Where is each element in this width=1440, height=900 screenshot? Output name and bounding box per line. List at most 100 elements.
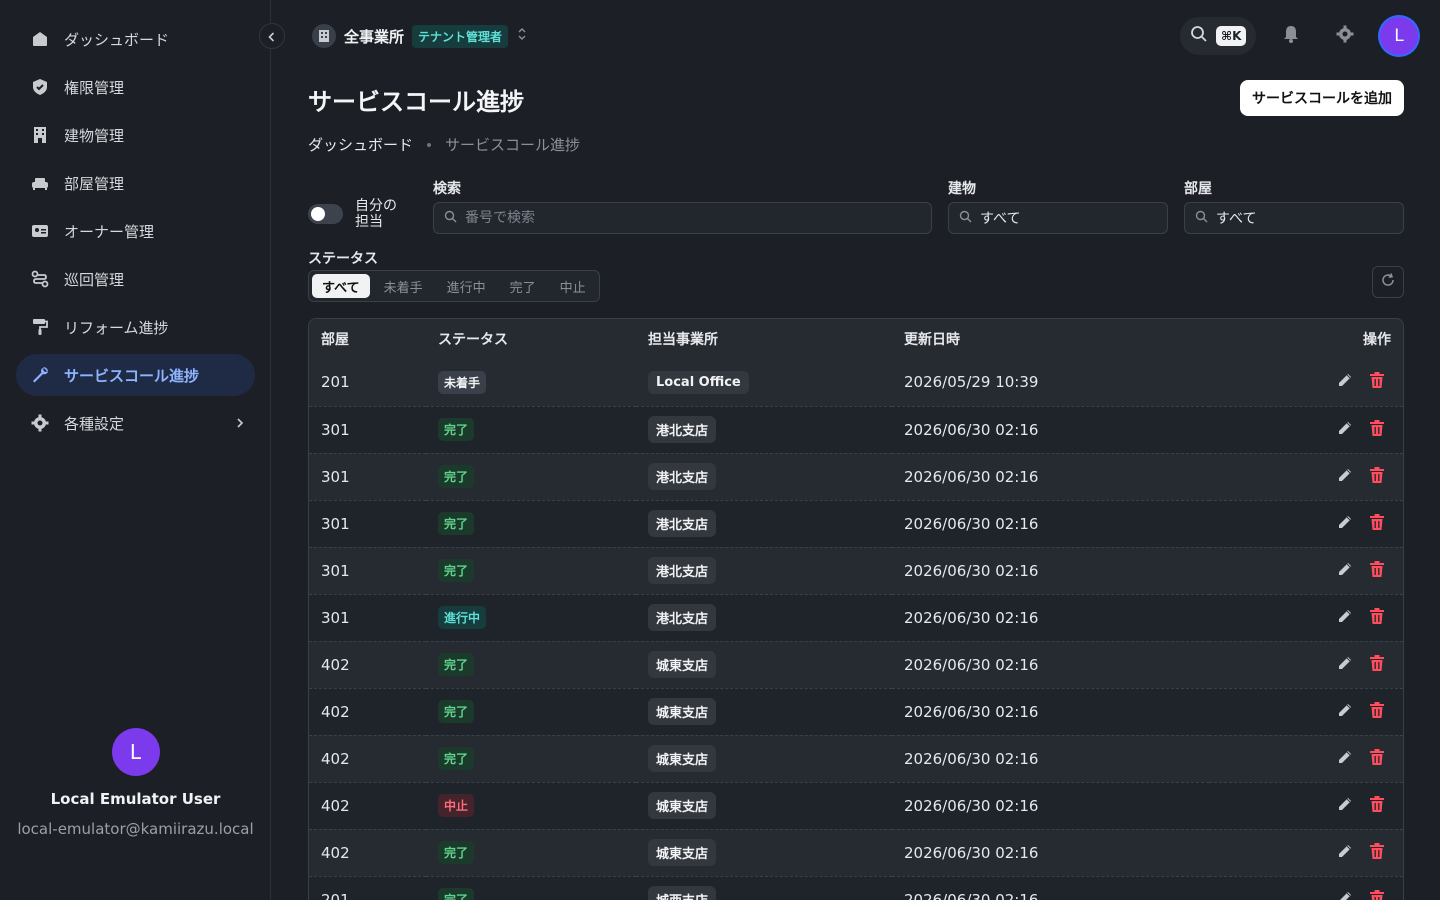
sidebar-item-dashboard[interactable]: ダッシュボード (16, 18, 255, 60)
search-input[interactable] (465, 210, 931, 226)
office-chip: 城東支店 (648, 745, 717, 772)
search-label: 検索 (433, 181, 461, 197)
sidebar-item-patrol[interactable]: 巡回管理 (16, 258, 255, 300)
table-header-row: 部屋 ステータス 担当事業所 更新日時 操作 (309, 319, 1403, 359)
sidebar-item-label: 建物管理 (64, 126, 125, 145)
status-badge: 完了 (438, 888, 475, 900)
route-icon (30, 269, 50, 289)
table-row[interactable]: 402 中止 城東支店 2026/06/30 02:16 (309, 782, 1403, 829)
search-icon (959, 210, 972, 227)
breadcrumb-home-link[interactable]: ダッシュボード (308, 134, 413, 155)
cell-room: 402 (321, 655, 350, 674)
table-row[interactable]: 301 完了 港北支店 2026/06/30 02:16 (309, 453, 1403, 500)
table-row[interactable]: 301 完了 港北支店 2026/06/30 02:16 (309, 500, 1403, 547)
column-header-status[interactable]: ステータス (426, 319, 636, 359)
delete-button[interactable] (1365, 888, 1389, 900)
sidebar-item-reform[interactable]: リフォーム進捗 (16, 306, 255, 348)
status-tab-not-started[interactable]: 未着手 (374, 274, 433, 298)
column-header-room[interactable]: 部屋 (309, 319, 426, 359)
edit-button[interactable] (1333, 700, 1357, 724)
sidebar-item-settings[interactable]: 各種設定 (16, 402, 255, 444)
bell-icon (1281, 24, 1301, 48)
status-badge: 完了 (438, 512, 475, 535)
edit-button[interactable] (1333, 747, 1357, 771)
delete-button[interactable] (1365, 418, 1389, 442)
add-service-call-button[interactable]: サービスコールを追加 (1240, 80, 1404, 116)
edit-button[interactable] (1333, 841, 1357, 865)
table-row[interactable]: 402 完了 城東支店 2026/06/30 02:16 (309, 641, 1403, 688)
mine-toggle[interactable] (308, 204, 343, 224)
sidebar-item-rooms[interactable]: 部屋管理 (16, 162, 255, 204)
edit-button[interactable] (1333, 653, 1357, 677)
sidebar-item-owners[interactable]: オーナー管理 (16, 210, 255, 252)
delete-button[interactable] (1365, 370, 1389, 394)
delete-button[interactable] (1365, 606, 1389, 630)
tenant-switcher[interactable]: 全事業所 テナント管理者 (312, 24, 528, 48)
edit-button[interactable] (1333, 418, 1357, 442)
table-row[interactable]: 201 未着手 Local Office 2026/05/29 10:39 (309, 359, 1403, 406)
sofa-icon (30, 173, 50, 193)
table-row[interactable]: 402 完了 城東支店 2026/06/30 02:16 (309, 829, 1403, 876)
table-row[interactable]: 301 進行中 港北支店 2026/06/30 02:16 (309, 594, 1403, 641)
edit-button[interactable] (1333, 794, 1357, 818)
delete-button[interactable] (1365, 465, 1389, 489)
edit-button[interactable] (1333, 512, 1357, 536)
column-header-updated[interactable]: 更新日時 (892, 319, 1209, 359)
delete-button[interactable] (1365, 841, 1389, 865)
table-row[interactable]: 301 完了 港北支店 2026/06/30 02:16 (309, 547, 1403, 594)
settings-button[interactable] (1326, 17, 1364, 55)
edit-button[interactable] (1333, 370, 1357, 394)
table-row[interactable]: 301 完了 港北支店 2026/06/30 02:16 (309, 406, 1403, 453)
table-row[interactable]: 402 完了 城東支店 2026/06/30 02:16 (309, 735, 1403, 782)
delete-button[interactable] (1365, 653, 1389, 677)
user-profile[interactable]: L Local Emulator User local-emulator@kam… (0, 728, 271, 838)
edit-button[interactable] (1333, 465, 1357, 489)
office-chip: 港北支店 (648, 510, 717, 537)
table-row[interactable]: 402 完了 城東支店 2026/06/30 02:16 (309, 688, 1403, 735)
user-name: Local Emulator User (50, 790, 221, 808)
delete-button[interactable] (1365, 700, 1389, 724)
table-row[interactable]: 201 完了 城西支店 2026/06/30 02:16 (309, 876, 1403, 900)
cell-status: 完了 (426, 735, 636, 782)
sidebar-item-permissions[interactable]: 権限管理 (16, 66, 255, 108)
cell-status: 完了 (426, 406, 636, 453)
sidebar-item-service-calls[interactable]: サービスコール進捗 (16, 354, 255, 396)
office-chip: Local Office (648, 370, 749, 394)
cell-updated: 2026/06/30 02:16 (904, 561, 1039, 580)
edit-button[interactable] (1333, 606, 1357, 630)
column-header-office[interactable]: 担当事業所 (636, 319, 892, 359)
delete-button[interactable] (1365, 747, 1389, 771)
notifications-button[interactable] (1272, 17, 1310, 55)
refresh-icon (1380, 272, 1396, 292)
sidebar: ダッシュボード 権限管理 建物管理 部屋管理 オーナー管理 巡回管理 リフォーム… (0, 0, 271, 900)
pencil-icon (1336, 701, 1354, 723)
global-search-button[interactable]: ⌘K (1180, 17, 1256, 55)
room-select[interactable]: すべて (1184, 202, 1404, 234)
cell-room: 201 (321, 890, 350, 900)
edit-button[interactable] (1333, 888, 1357, 900)
status-tab-in-progress[interactable]: 進行中 (437, 274, 496, 298)
sidebar-collapse-button[interactable] (259, 23, 285, 49)
top-bar: 全事業所 テナント管理者 ⌘K L (272, 0, 1440, 72)
cell-actions (1209, 829, 1404, 876)
sidebar-item-buildings[interactable]: 建物管理 (16, 114, 255, 156)
delete-button[interactable] (1365, 559, 1389, 583)
breadcrumb: ダッシュボード サービスコール進捗 (308, 134, 580, 155)
building-select[interactable]: すべて (948, 202, 1168, 234)
status-tab-all[interactable]: すべて (312, 274, 370, 298)
status-tab-done[interactable]: 完了 (500, 274, 546, 298)
gear-icon (1335, 24, 1355, 48)
cell-office: 城東支店 (636, 688, 892, 735)
delete-button[interactable] (1365, 512, 1389, 536)
office-chip: 城東支店 (648, 792, 717, 819)
edit-button[interactable] (1333, 559, 1357, 583)
mine-toggle-group: 自分の担当 (308, 198, 401, 230)
delete-button[interactable] (1365, 794, 1389, 818)
refresh-button[interactable] (1372, 266, 1404, 298)
cell-room: 301 (321, 514, 350, 533)
account-avatar[interactable]: L (1380, 17, 1418, 55)
pencil-icon (1336, 654, 1354, 676)
status-tab-cancelled[interactable]: 中止 (550, 274, 596, 298)
cell-room: 402 (321, 843, 350, 862)
cell-updated: 2026/06/30 02:16 (904, 843, 1039, 862)
